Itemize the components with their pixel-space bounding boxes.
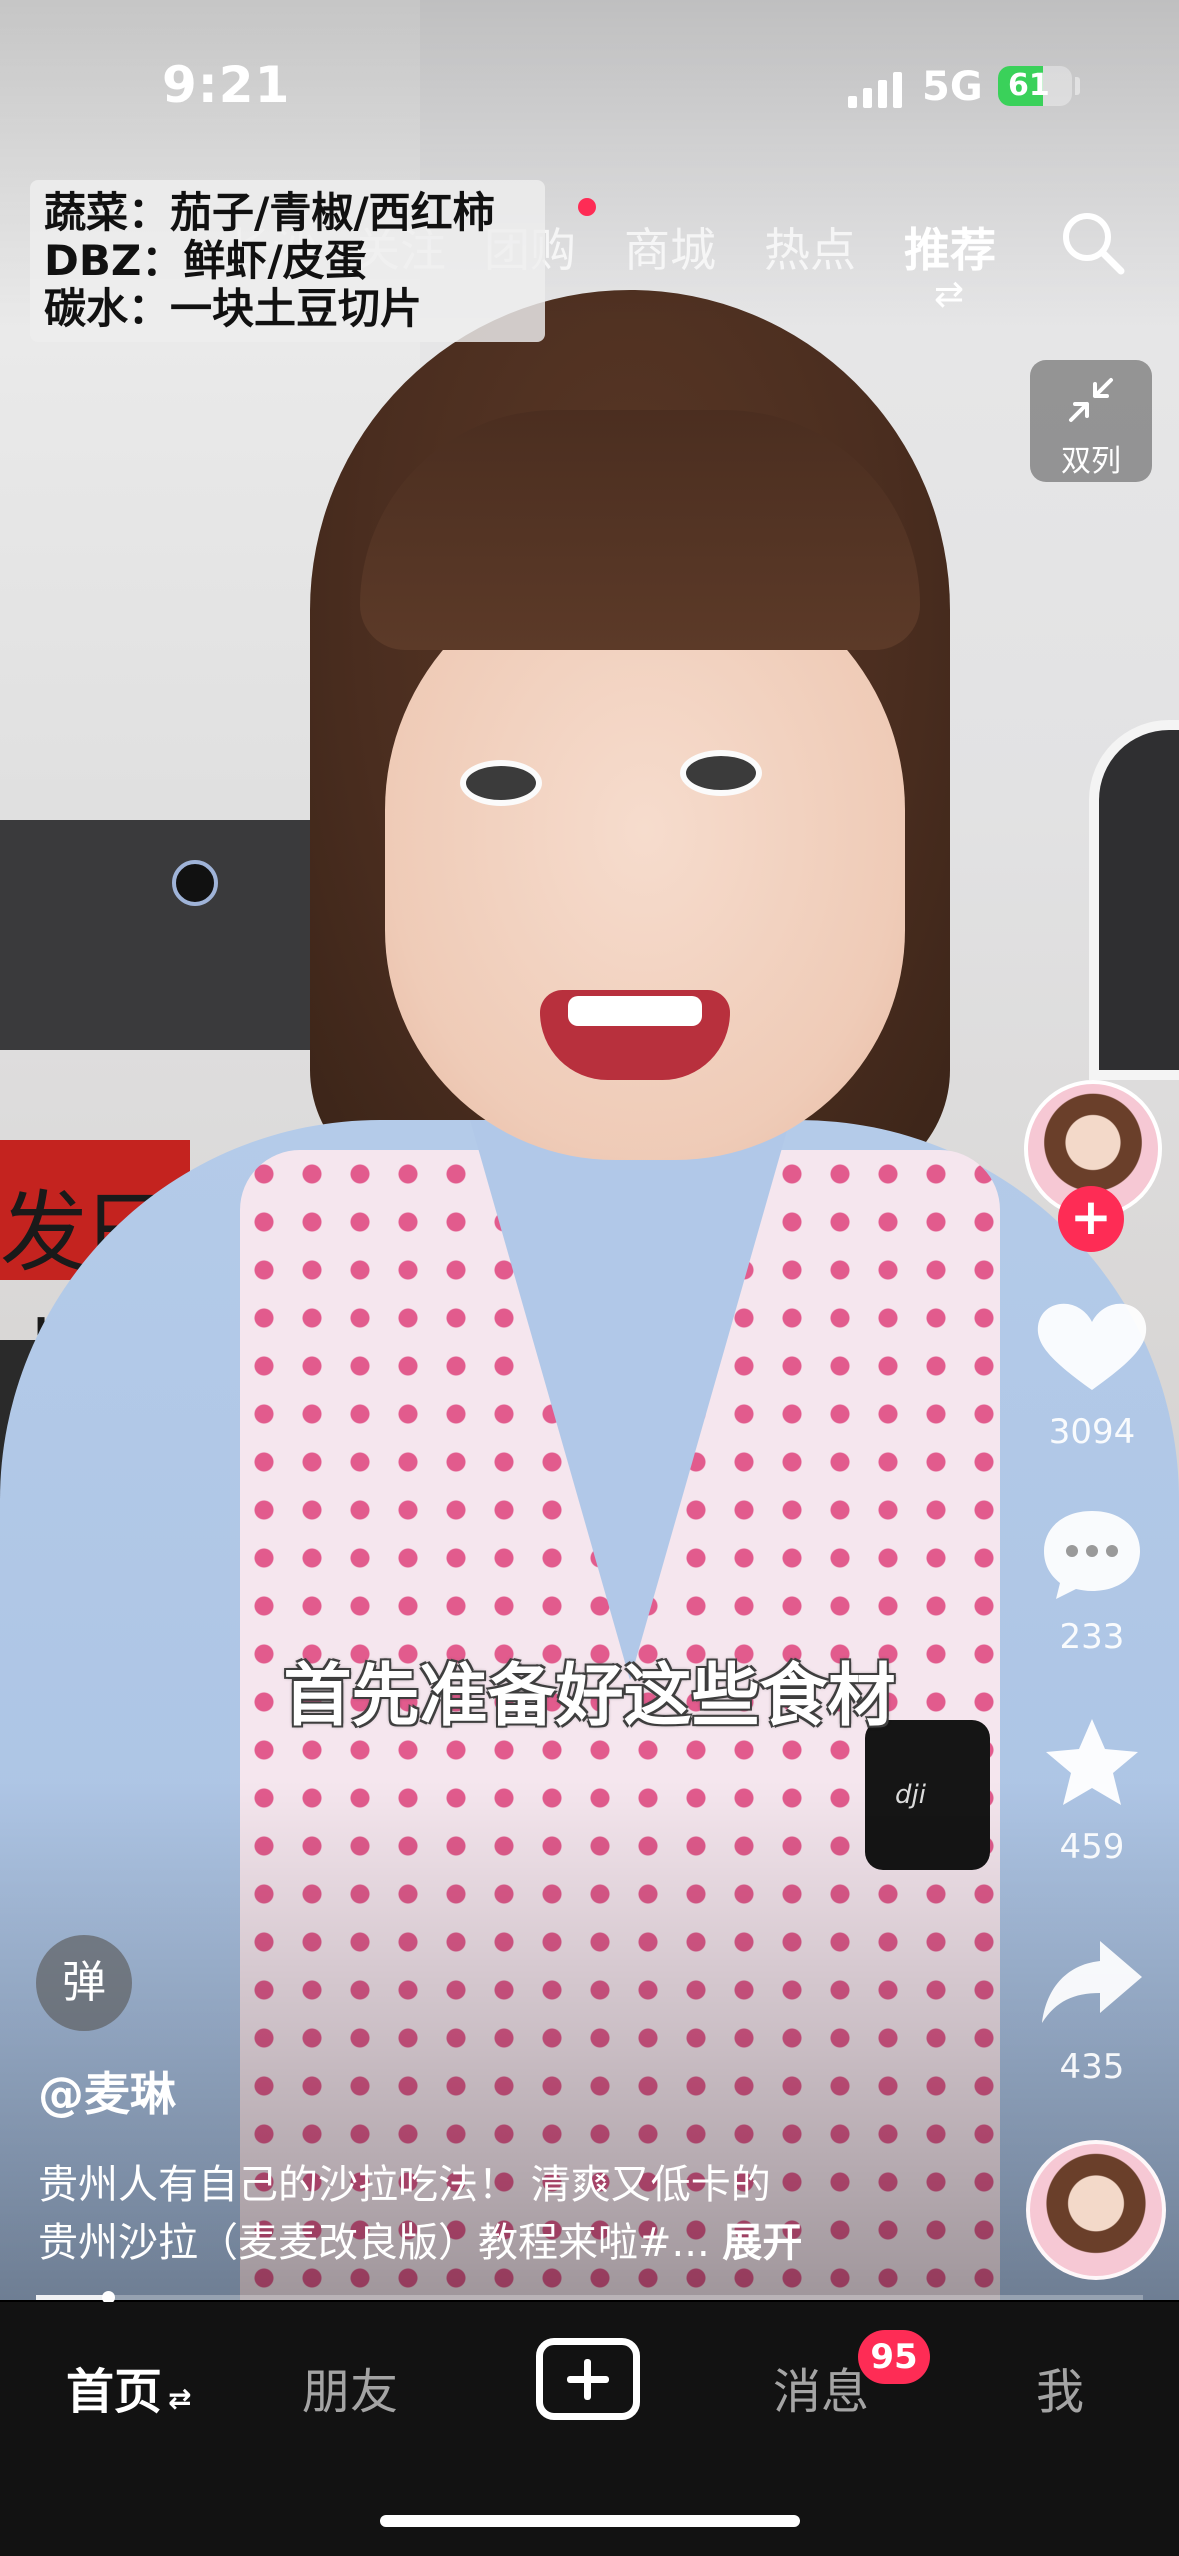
music-disc[interactable] bbox=[1026, 2140, 1166, 2280]
share-icon bbox=[1042, 1941, 1142, 2023]
comment-icon bbox=[1044, 1511, 1140, 1599]
share-count: 435 bbox=[1059, 2047, 1125, 2087]
ingredient-line-vegetables: 蔬菜：茄子/青椒/西红柿 bbox=[44, 188, 495, 237]
author-name[interactable]: @麦琳 bbox=[38, 2058, 176, 2124]
tab-home[interactable]: 首页 ⇄ bbox=[66, 2352, 191, 2422]
search-icon bbox=[1063, 213, 1125, 275]
swap-icon: ⇄ bbox=[168, 2382, 192, 2415]
person-bangs bbox=[360, 410, 920, 650]
mouth bbox=[540, 990, 730, 1080]
expand-caption-button[interactable]: 展开 bbox=[722, 2220, 802, 2266]
tab-friends[interactable]: 朋友 bbox=[302, 2352, 398, 2422]
tab-mall[interactable]: 商城 bbox=[624, 214, 716, 280]
video-subtitle: 首先准备好这些食材 bbox=[283, 1657, 896, 1736]
tab-home-label: 首页 bbox=[66, 2364, 163, 2420]
video-progress-bar[interactable] bbox=[36, 2291, 1143, 2304]
search-button[interactable] bbox=[1058, 208, 1128, 278]
dual-column-button[interactable]: 双列 bbox=[1030, 360, 1152, 482]
battery-tip bbox=[1075, 77, 1080, 95]
ingredient-line-carbs: 碳水：一块土豆切片 bbox=[44, 284, 423, 333]
like-button[interactable]: 3094 bbox=[1030, 1300, 1154, 1452]
dual-column-label: 双列 bbox=[1061, 444, 1121, 479]
battery-percent: 61 bbox=[1008, 68, 1050, 103]
video-player[interactable]: 发日上 dji bbox=[0, 0, 1179, 2300]
ingredient-list-overlay: 蔬菜：茄子/青椒/西红柿 DBZ：鲜虾/皮蛋 碳水：一块土豆切片 bbox=[30, 180, 545, 342]
comment-button[interactable]: 233 bbox=[1030, 1505, 1154, 1657]
messages-badge: 95 bbox=[858, 2330, 930, 2384]
danmaku-toggle[interactable]: 弹 bbox=[36, 1935, 132, 2031]
caption-line-2: 贵州沙拉（麦麦改良版）教程来啦#... 展开 bbox=[38, 2210, 802, 2268]
notification-dot bbox=[578, 198, 596, 216]
left-eye bbox=[460, 760, 542, 806]
heart-icon bbox=[1037, 1303, 1147, 1390]
tab-trending[interactable]: 热点 bbox=[764, 214, 856, 280]
network-type: 5G bbox=[922, 64, 983, 110]
progress-fill bbox=[36, 2295, 108, 2300]
favorite-count: 459 bbox=[1059, 1827, 1125, 1867]
collapse-arrows-icon bbox=[1069, 378, 1113, 422]
status-time: 9:21 bbox=[162, 56, 291, 114]
signal-icon bbox=[848, 70, 904, 108]
like-count: 3094 bbox=[1048, 1412, 1136, 1452]
plus-icon: + bbox=[1070, 1188, 1112, 1246]
status-bar: 9:21 5G 61 bbox=[0, 0, 1179, 140]
doorway-arch bbox=[1089, 720, 1179, 1080]
right-eye bbox=[680, 750, 762, 796]
home-indicator[interactable] bbox=[380, 2515, 800, 2527]
caption-text-2: 贵州沙拉（麦麦改良版）教程来啦#... bbox=[38, 2220, 723, 2266]
tab-messages[interactable]: 消息 bbox=[773, 2352, 869, 2422]
share-button[interactable]: 435 bbox=[1030, 1935, 1154, 2087]
follow-button[interactable]: + bbox=[1058, 1186, 1124, 1252]
ingredient-line-protein: DBZ：鲜虾/皮蛋 bbox=[44, 236, 367, 285]
create-button[interactable] bbox=[536, 2338, 640, 2420]
battery-icon: 61 bbox=[998, 66, 1072, 106]
swap-icon[interactable]: ⇄ bbox=[934, 274, 964, 315]
caption-line-1: 贵州人有自己的沙拉吃法！ 清爽又低卡的 bbox=[38, 2162, 771, 2208]
tab-me[interactable]: 我 bbox=[1036, 2352, 1084, 2422]
tab-recommend[interactable]: 推荐 bbox=[904, 214, 996, 280]
